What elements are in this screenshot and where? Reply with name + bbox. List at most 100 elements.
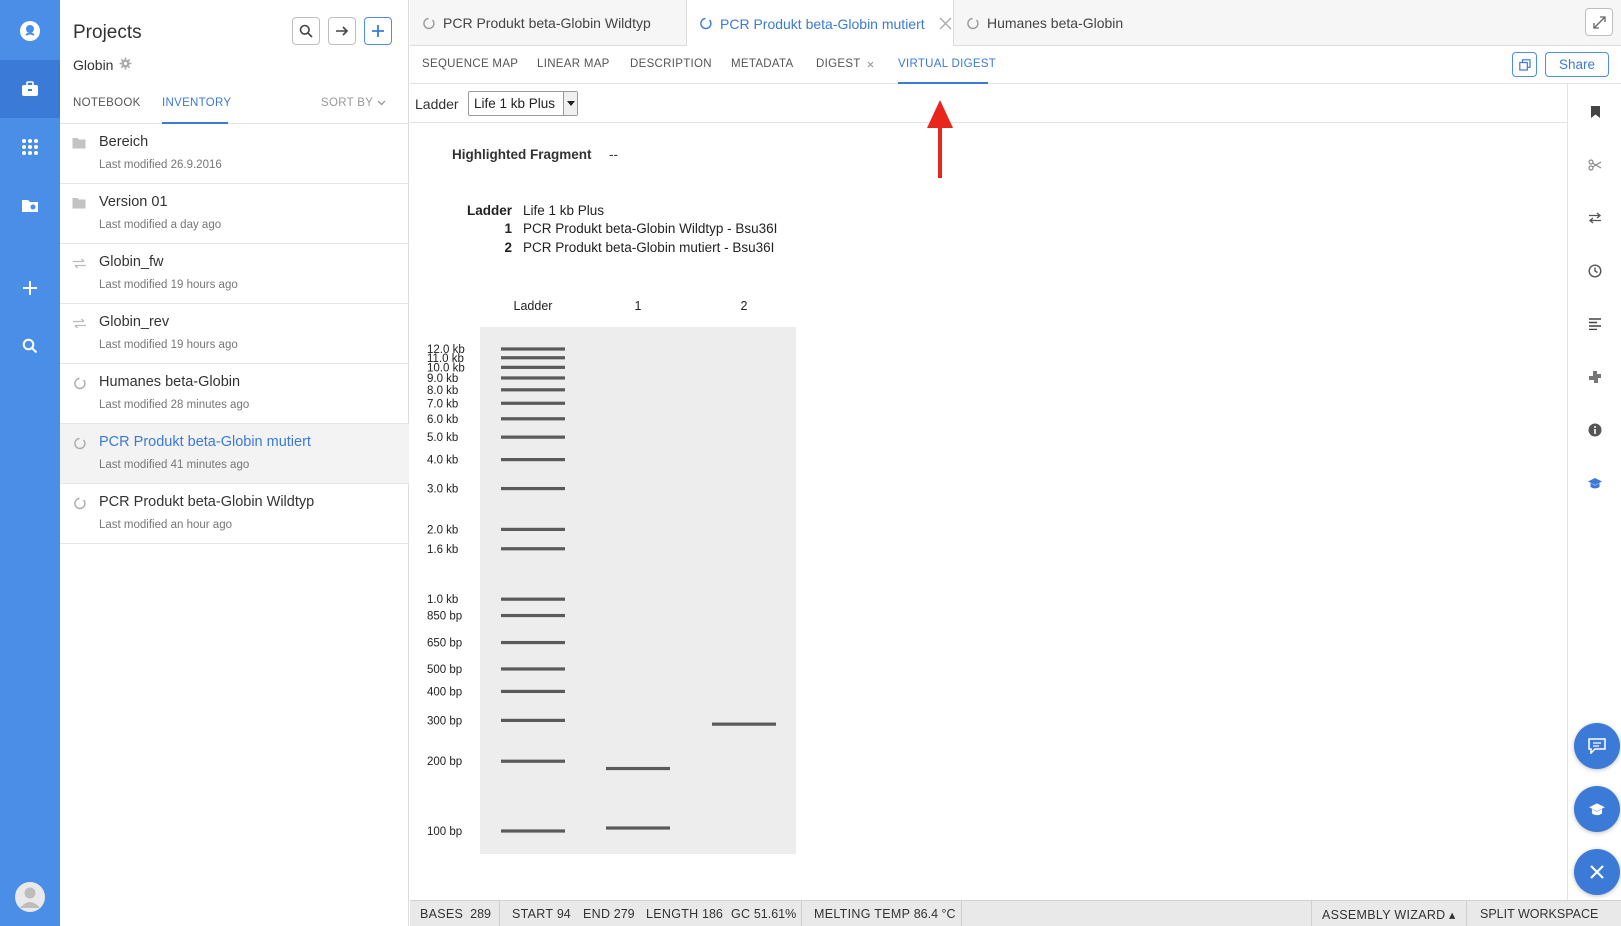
ladder-band[interactable] [501, 689, 565, 694]
bookmark-icon[interactable] [1585, 102, 1605, 122]
ladder-band[interactable] [501, 759, 565, 763]
ladder-toolbar: Ladder Life 1 kb Plus [410, 84, 1567, 123]
search-projects-button[interactable] [292, 17, 320, 45]
assembly-wizard-button[interactable]: ASSEMBLY WIZARD ▴ [1322, 907, 1455, 922]
history-clock-icon[interactable] [1585, 261, 1605, 281]
legend-value: PCR Produkt beta-Globin mutiert - Bsu36I [523, 240, 775, 255]
info-icon[interactable] [1585, 420, 1605, 440]
project-name[interactable]: Globin [73, 57, 132, 73]
status-start: START 94 [512, 907, 571, 921]
ladder-select[interactable]: Life 1 kb Plus [468, 91, 578, 116]
status-bases: BASES 289 [420, 907, 491, 921]
ladder-band[interactable] [501, 365, 565, 369]
academy-button[interactable] [1574, 786, 1620, 832]
ladder-band[interactable] [501, 376, 565, 380]
tab-linear-map[interactable]: LINEAR MAP [537, 58, 610, 70]
ladder-band[interactable] [501, 458, 565, 462]
item-modified: Last modified 19 hours ago [99, 279, 238, 291]
tab-metadata[interactable]: METADATA [731, 58, 793, 70]
ladder-band[interactable] [501, 547, 565, 551]
close-fab-button[interactable] [1574, 849, 1620, 895]
graduation-cap-icon [1589, 802, 1605, 815]
ladder-band[interactable] [501, 417, 565, 421]
scissors-icon[interactable] [1585, 155, 1605, 175]
list-item[interactable]: Bereich Last modified 26.9.2016 [60, 124, 409, 184]
close-icon [1590, 865, 1604, 879]
ladder-band[interactable] [501, 435, 565, 439]
ladder-size-label: 400 bp [427, 686, 462, 698]
duplicate-button[interactable] [1512, 52, 1537, 77]
apps-grid-icon[interactable] [0, 118, 60, 176]
legend-key: 2 [504, 240, 512, 255]
plus-icon [372, 25, 384, 37]
status-divider [1311, 901, 1312, 926]
tab-humanes-beta-globin[interactable]: Humanes beta-Globin [954, 0, 1144, 46]
tab-pcr-wildtyp[interactable]: PCR Produkt beta-Globin Wildtyp [410, 0, 686, 46]
list-item[interactable]: PCR Produkt beta-Globin mutiert Last modi… [60, 424, 409, 484]
ladder-band[interactable] [501, 718, 565, 722]
ladder-size-label: 7.0 kb [427, 398, 458, 410]
status-end: END 279 [583, 907, 635, 921]
close-digest-icon[interactable] [867, 61, 874, 68]
tab-inventory[interactable]: INVENTORY [162, 97, 231, 109]
ladder-band[interactable] [501, 613, 565, 618]
list-item[interactable]: PCR Produkt beta-Globin Wildtyp Last modi… [60, 484, 409, 544]
ladder-band[interactable] [501, 356, 565, 360]
ladder-band[interactable] [501, 486, 565, 491]
ladder-band[interactable] [501, 527, 565, 531]
projects-briefcase-icon[interactable] [0, 60, 60, 118]
ladder-band[interactable] [501, 640, 565, 645]
move-button[interactable] [328, 17, 356, 45]
user-avatar-icon[interactable] [0, 868, 60, 926]
ladder-band[interactable] [501, 829, 565, 833]
fragment-band[interactable] [606, 826, 670, 830]
split-workspace-button[interactable]: SPLIT WORKSPACE [1480, 907, 1598, 921]
folder-settings-icon[interactable] [0, 176, 60, 234]
ladder-band[interactable] [501, 667, 565, 671]
status-melting-temp: MELTING TEMP 86.4 °C [814, 907, 956, 921]
list-item[interactable]: Globin_fw Last modified 19 hours ago [60, 244, 409, 304]
list-item[interactable]: Globin_rev Last modified 19 hours ago [60, 304, 409, 364]
status-length: LENGTH 186 [646, 907, 723, 921]
add-item-button[interactable] [364, 17, 392, 45]
sidebar-header: Projects Globin NOTEBOOK INVENTORY SORT … [60, 0, 409, 124]
logo-icon[interactable] [0, 2, 60, 60]
ladder-band[interactable] [501, 388, 565, 392]
tab-pcr-mutiert[interactable]: PCR Produkt beta-Globin mutiert [686, 0, 954, 47]
ladder-band[interactable] [501, 347, 565, 351]
text-align-icon[interactable] [1585, 314, 1605, 334]
lane-label: 1 [635, 299, 642, 313]
circular-dna-icon [71, 495, 87, 511]
add-icon[interactable] [0, 259, 60, 317]
ladder-band[interactable] [501, 401, 565, 405]
puzzle-icon[interactable] [1585, 367, 1605, 387]
tab-digest[interactable]: DIGEST [816, 58, 874, 70]
ladder-size-label: 5.0 kb [427, 432, 458, 444]
lane-label: Ladder [514, 299, 553, 313]
primer-icon [71, 315, 87, 331]
search-icon[interactable] [0, 317, 60, 375]
sidebar-title: Projects [73, 22, 142, 43]
chat-button[interactable] [1574, 723, 1620, 769]
item-modified: Last modified 19 hours ago [99, 339, 238, 351]
graduation-cap-icon[interactable] [1585, 473, 1605, 493]
tab-notebook[interactable]: NOTEBOOK [73, 97, 141, 109]
ladder-size-label: 850 bp [427, 611, 462, 623]
project-settings-gear-icon[interactable] [119, 57, 132, 73]
tab-sequence-map[interactable]: SEQUENCE MAP [422, 58, 518, 70]
status-divider [961, 901, 962, 926]
fragment-band[interactable] [606, 766, 670, 771]
tab-virtual-digest[interactable]: VIRTUAL DIGEST [898, 58, 996, 70]
swap-arrows-icon[interactable] [1585, 208, 1605, 228]
list-item[interactable]: Version 01 Last modified a day ago [60, 184, 409, 244]
ladder-band[interactable] [501, 597, 565, 601]
tab-description[interactable]: DESCRIPTION [630, 58, 712, 70]
list-item[interactable]: Humanes beta-Globin Last modified 28 minu… [60, 364, 409, 424]
sort-by-dropdown[interactable]: SORT BY [321, 97, 386, 109]
fragment-band[interactable] [712, 722, 776, 726]
circular-dna-icon [967, 17, 979, 29]
expand-button[interactable] [1585, 8, 1613, 36]
close-tab-icon[interactable] [939, 17, 952, 30]
ladder-size-label: 100 bp [427, 826, 462, 838]
share-button[interactable]: Share [1545, 52, 1609, 77]
